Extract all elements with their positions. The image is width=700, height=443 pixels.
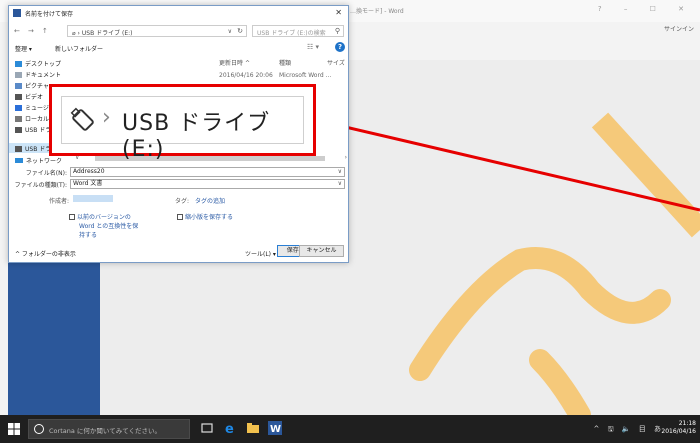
nav-item-videos[interactable]: ビデオ	[15, 92, 43, 101]
zoom-callout: › USB ドライブ (E:)	[49, 84, 316, 162]
callout-inner-frame: › USB ドライブ (E:)	[61, 96, 304, 162]
filename-value: Address20	[73, 168, 105, 175]
refresh-icon[interactable]: ↻	[237, 27, 243, 35]
dialog-footer: ^ フォルダーの非表示 ツール(L) ▾ 保存(S)	[9, 242, 348, 262]
music-icon	[15, 105, 22, 111]
clock-time: 21:18	[678, 420, 696, 427]
edge-icon[interactable]: e	[224, 421, 238, 435]
windows-start-icon[interactable]	[8, 423, 20, 435]
view-options-icon[interactable]: ☷ ▾	[307, 43, 319, 51]
filetype-value: Word 文書	[73, 180, 103, 187]
nav-item-pictures[interactable]: ピクチャ	[15, 81, 49, 90]
usb-drive-icon	[15, 146, 22, 152]
chevron-down-icon[interactable]: ∨	[228, 28, 232, 35]
compat-checkbox[interactable]: 以前のバージョンの Word との互換性を保 持する	[69, 212, 138, 239]
usb-drive-icon	[70, 107, 94, 131]
command-bar: 整理 ▾ 新しいフォルダー ☷ ▾ ?	[9, 42, 348, 54]
column-type[interactable]: 種類	[279, 58, 291, 67]
tags-input[interactable]: タグの追加	[195, 196, 225, 205]
nav-item-documents[interactable]: ドキュメント	[15, 70, 61, 79]
file-explorer-icon[interactable]	[246, 421, 260, 435]
organize-button[interactable]: 整理 ▾	[15, 44, 32, 53]
checkbox-box[interactable]	[177, 214, 183, 220]
address-separator: ›	[102, 105, 111, 130]
network-icon	[15, 158, 23, 163]
search-icon: ⚲	[334, 27, 340, 35]
chevron-down-icon[interactable]: ∨	[338, 180, 342, 188]
back-icon[interactable]: ←	[14, 27, 20, 35]
search-placeholder: USB ドライブ (E:)の検索	[257, 30, 326, 37]
svg-text:e: e	[225, 422, 234, 435]
column-modified[interactable]: 更新日時 ^	[219, 58, 250, 67]
disk-icon	[15, 116, 22, 122]
dialog-titlebar: 名前を付けて保存 ✕	[9, 6, 348, 20]
new-folder-button[interactable]: 新しいフォルダー	[55, 44, 103, 53]
address-location: USB ドライブ (E:)	[81, 30, 133, 37]
up-icon[interactable]: ↑	[42, 27, 48, 35]
address-separator: ›	[77, 30, 80, 37]
filetype-select[interactable]: Word 文書 ∨	[70, 179, 345, 189]
address-bar[interactable]: ⌀ › USB ドライブ (E:) ∨ ↻	[67, 25, 247, 37]
file-type[interactable]: Microsoft Word ...	[279, 72, 331, 79]
task-view-icon[interactable]	[200, 421, 214, 435]
documents-icon	[15, 72, 22, 78]
hide-folders-button[interactable]: ^ フォルダーの非表示	[15, 249, 76, 258]
cortana-search[interactable]: Cortana に何か聞いてみてください。	[28, 419, 190, 439]
callout-location-text: USB ドライブ (E:)	[122, 111, 271, 162]
help-icon[interactable]: ?	[335, 42, 345, 52]
address-row: ← → ↑ ⌀ › USB ドライブ (E:) ∨ ↻ USB ドライブ (E:…	[9, 24, 348, 38]
chevron-down-icon[interactable]: ∨	[338, 168, 342, 176]
author-label: 作成者:	[49, 198, 70, 205]
nav-item-network[interactable]: ネットワーク	[15, 156, 62, 165]
clock-date: 2016/04/16	[661, 428, 696, 435]
word-taskbar-icon[interactable]: W	[268, 421, 282, 435]
filetype-label: ファイルの種類(T):	[14, 182, 67, 189]
cancel-button[interactable]: キャンセル	[299, 245, 344, 257]
close-icon[interactable]: ✕	[335, 8, 342, 17]
highlight-stroke-right	[591, 112, 700, 238]
filename-field[interactable]: Address20 ∨	[70, 167, 345, 177]
scroll-right-icon[interactable]: ›	[345, 154, 347, 161]
forward-icon[interactable]: →	[28, 27, 34, 35]
search-input[interactable]: USB ドライブ (E:)の検索 ⚲	[252, 25, 344, 37]
cortana-placeholder: Cortana に何か聞いてみてください。	[49, 427, 161, 435]
filename-label: ファイル名(N):	[25, 170, 67, 177]
desktop-icon	[15, 61, 22, 67]
taskbar: Cortana に何か聞いてみてください。 e W ^ 🖫 🔈 目 あ 21:1…	[0, 415, 700, 443]
videos-icon	[15, 94, 22, 100]
pictures-icon	[15, 83, 22, 89]
sort-arrow-icon: ^	[244, 60, 250, 67]
clock[interactable]: 21:18 2016/04/16	[661, 420, 696, 436]
tools-button[interactable]: ツール(L) ▾	[245, 249, 276, 258]
author-value[interactable]	[73, 195, 113, 202]
tags-label: タグ:	[175, 198, 190, 205]
cortana-icon	[34, 424, 44, 434]
file-modified[interactable]: 2016/04/16 20:06	[219, 72, 273, 79]
nav-item-desktop[interactable]: デスクトップ	[15, 59, 61, 68]
system-tray[interactable]: ^ 🖫 🔈 目 あ	[594, 424, 664, 436]
word-app-icon	[13, 9, 21, 17]
checkbox-box[interactable]	[69, 214, 75, 220]
svg-text:W: W	[270, 424, 281, 435]
thumbnail-checkbox[interactable]: 縮小版を保存する	[177, 212, 233, 221]
column-size[interactable]: サイズ	[327, 58, 345, 67]
dialog-title: 名前を付けて保存	[25, 11, 74, 18]
usb-drive-icon	[15, 127, 22, 133]
highlight-stroke-bottom	[529, 349, 591, 415]
drive-icon: ⌀	[72, 30, 76, 37]
